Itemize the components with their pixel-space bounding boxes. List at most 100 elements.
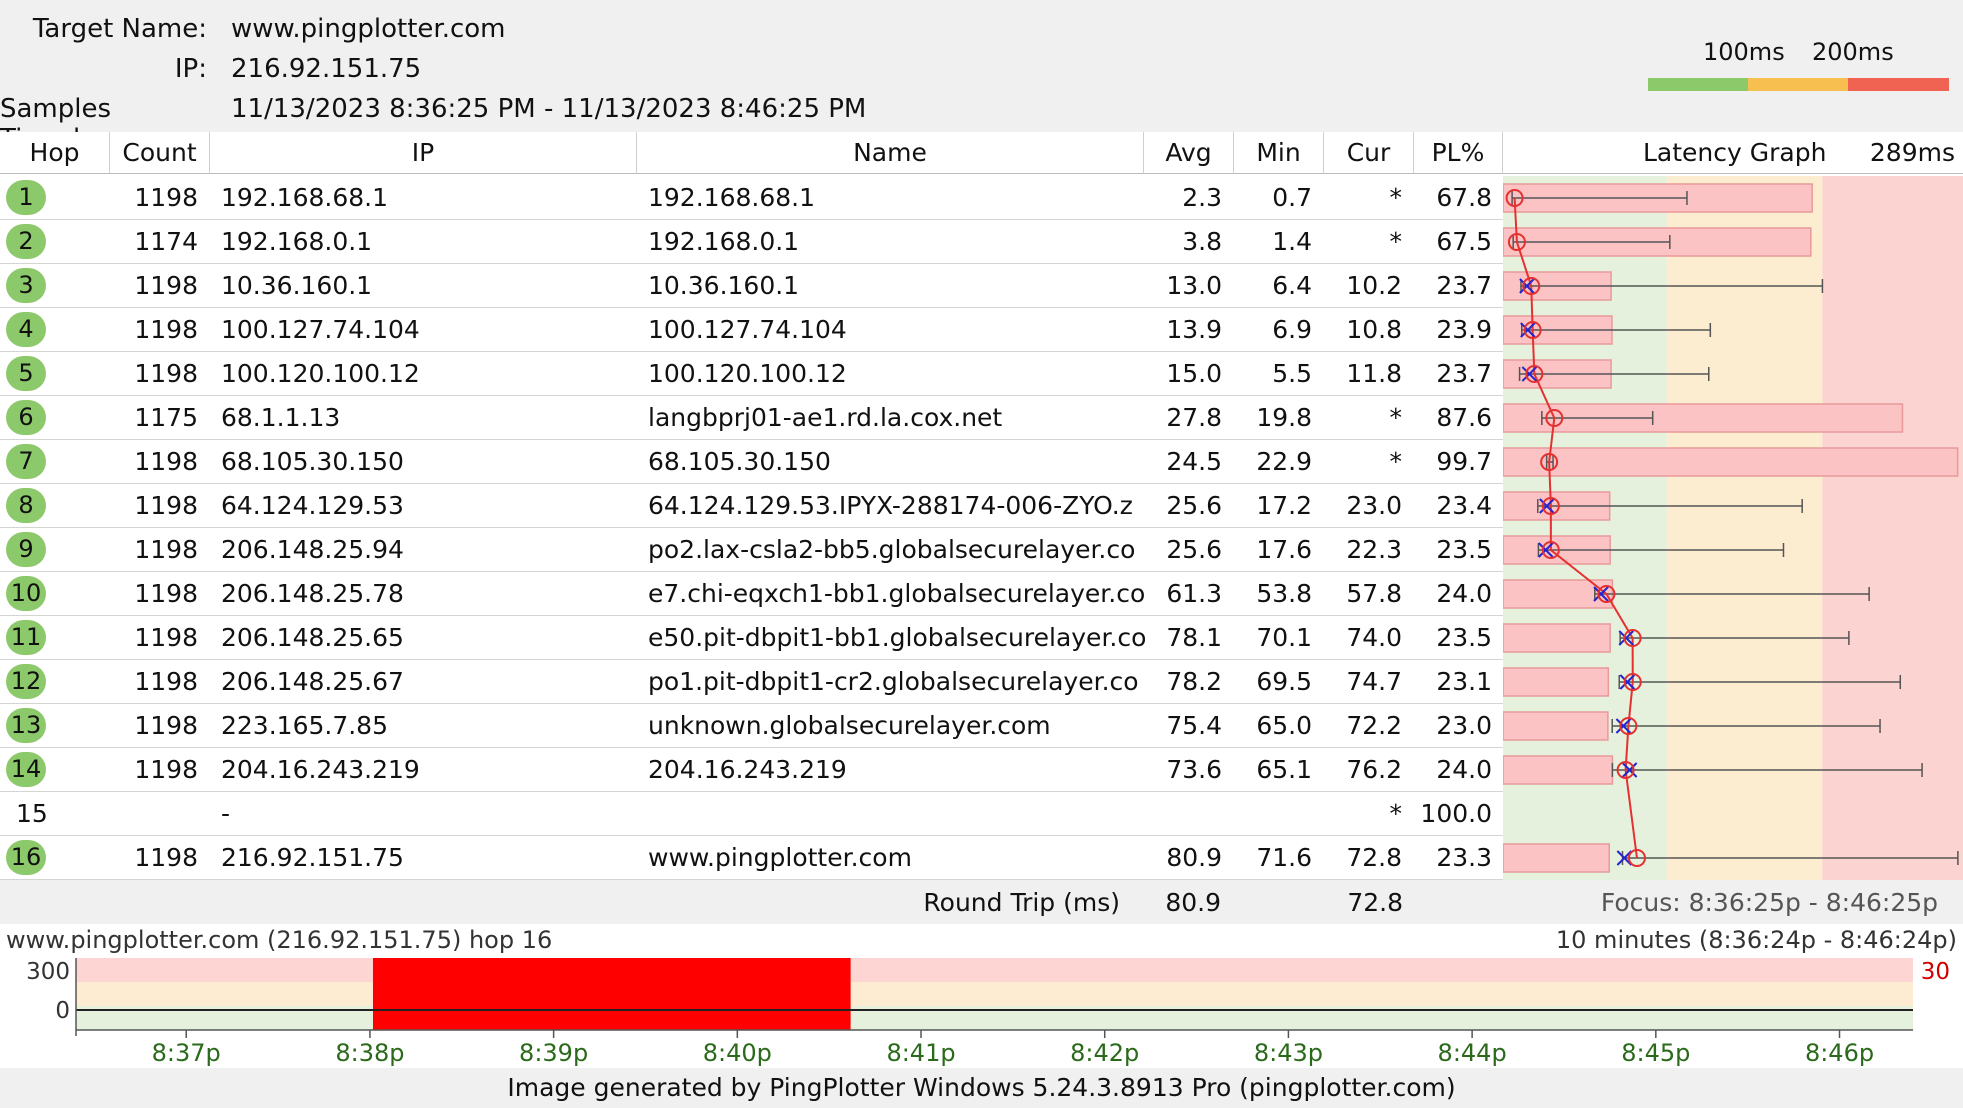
hop-row[interactable]: 13 1198 223.165.7.85 unknown.globalsecurela…: [0, 704, 1503, 748]
hop-row[interactable]: 14 1198 204.16.243.219 204.16.243.219 73.6 65…: [0, 748, 1503, 792]
column-header-name[interactable]: Name: [637, 132, 1144, 174]
hop-cur: 22.3: [1346, 535, 1402, 564]
hop-row[interactable]: 6 1175 68.1.1.13 langbprj01-ae1.rd.la.cox.n…: [0, 396, 1503, 440]
column-header-count[interactable]: Count: [110, 132, 210, 174]
hop-count: 1198: [134, 843, 198, 872]
hop-avg: 78.1: [1166, 623, 1222, 652]
hop-cur: 72.2: [1346, 711, 1402, 740]
hop-number-badge: 4: [6, 312, 46, 347]
hop-count: 1198: [134, 535, 198, 564]
hop-cur: *: [1389, 799, 1403, 828]
hop-row[interactable]: 9 1198 206.148.25.94 po2.lax-csla2-bb5.glob…: [0, 528, 1503, 572]
hop-avg: 25.6: [1166, 535, 1222, 564]
zone-bad: [76, 958, 1913, 982]
hop-row[interactable]: 3 1198 10.36.160.1 10.36.160.1 13.0 6.4 10.2 23…: [0, 264, 1503, 308]
hop-name: 100.120.100.12: [648, 359, 847, 388]
hop-count: 1198: [134, 711, 198, 740]
hop-row[interactable]: 11 1198 206.148.25.65 e50.pit-dbpit1-bb1.gl…: [0, 616, 1503, 660]
hop-min: 71.6: [1256, 843, 1312, 872]
hop-pl: 23.7: [1436, 271, 1492, 300]
scale-200ms-label: 200ms: [1812, 38, 1894, 66]
hop-ip: 192.168.0.1: [221, 227, 373, 256]
hop-count: 1198: [134, 359, 198, 388]
hop-row[interactable]: 1 1198 192.168.68.1 192.168.68.1 2.3 0.7 * 67.8: [0, 176, 1503, 220]
hop-row[interactable]: 8 1198 64.124.129.53 64.124.129.53.IPYX-288…: [0, 484, 1503, 528]
round-trip-avg: 80.9: [1165, 888, 1221, 917]
hop-name: po2.lax-csla2-bb5.globalsecurelayer.co: [648, 535, 1136, 564]
x-axis-tick-label: 8:45p: [1621, 1039, 1690, 1067]
zone-warn: [1666, 176, 1823, 880]
hop-avg: 13.9: [1166, 315, 1222, 344]
hop-count: [110, 792, 198, 835]
hop-cur: 57.8: [1346, 579, 1402, 608]
hop-count: 1198: [134, 491, 198, 520]
column-header-avg[interactable]: Avg: [1144, 132, 1234, 174]
hop-row[interactable]: 4 1198 100.127.74.104 100.127.74.104 13.9 6.9…: [0, 308, 1503, 352]
hop-name: po1.pit-dbpit1-cr2.globalsecurelayer.co: [648, 667, 1139, 696]
target-name-label: Target Name:: [32, 14, 207, 44]
scale-bar-bad: [1848, 78, 1949, 91]
column-header-ip[interactable]: IP: [210, 132, 637, 174]
hop-number-badge: 2: [6, 224, 46, 259]
hop-min: 53.8: [1256, 579, 1312, 608]
column-header-cur[interactable]: Cur: [1324, 132, 1414, 174]
hop-row[interactable]: 2 1174 192.168.0.1 192.168.0.1 3.8 1.4 * 67.5: [0, 220, 1503, 264]
round-trip-cur: 72.8: [1347, 888, 1403, 917]
hop-row[interactable]: 7 1198 68.105.30.150 68.105.30.150 24.5 22.9 *…: [0, 440, 1503, 484]
hop-pl: 23.0: [1436, 711, 1492, 740]
hop-pl: 67.5: [1436, 227, 1492, 256]
hop-count: 1198: [134, 667, 198, 696]
hop-pl: 23.5: [1436, 623, 1492, 652]
hop-count: 1198: [134, 315, 198, 344]
time-graph[interactable]: www.pingplotter.com (216.92.151.75) hop …: [0, 924, 1963, 1068]
time-graph-duration: 10 minutes (8:36:24p - 8:46:24p): [1555, 926, 1957, 954]
hop-name: 192.168.68.1: [648, 183, 815, 212]
trace-header: Target Name: www.pingplotter.com IP: 216…: [0, 0, 1963, 154]
column-header-hop[interactable]: Hop: [0, 132, 110, 174]
hop-pl: 23.4: [1436, 491, 1492, 520]
hop-cur: *: [1389, 403, 1403, 432]
hop-cur: 76.2: [1346, 755, 1402, 784]
hop-name: 100.127.74.104: [648, 315, 847, 344]
hop-number-badge: 5: [6, 356, 46, 391]
column-header-pl[interactable]: PL%: [1414, 132, 1503, 174]
hop-avg: 27.8: [1166, 403, 1222, 432]
hop-avg: 24.5: [1166, 447, 1222, 476]
time-graph-title: www.pingplotter.com (216.92.151.75) hop …: [6, 926, 553, 954]
y-axis-300: 300: [26, 959, 70, 985]
hop-name: 204.16.243.219: [648, 755, 847, 784]
hop-avg: [1144, 792, 1222, 835]
hop-min: 65.1: [1256, 755, 1312, 784]
hop-ip: 204.16.243.219: [221, 755, 420, 784]
hop-number-badge: 16: [6, 840, 46, 875]
hop-name: unknown.globalsecurelayer.com: [648, 711, 1051, 740]
hop-name: www.pingplotter.com: [648, 843, 912, 872]
hop-cur: 10.2: [1346, 271, 1402, 300]
column-header-min[interactable]: Min: [1234, 132, 1324, 174]
hop-avg: 61.3: [1166, 579, 1222, 608]
hop-cur: *: [1389, 183, 1403, 212]
x-axis-tick-label: 8:43p: [1254, 1039, 1323, 1067]
hop-row[interactable]: 10 1198 206.148.25.78 e7.chi-eqxch1-bb1.glo…: [0, 572, 1503, 616]
hop-pl: 24.0: [1436, 755, 1492, 784]
column-header-latency-graph[interactable]: Latency Graph 289ms: [1503, 132, 1963, 174]
hop-count: 1198: [134, 447, 198, 476]
hop-cur: 72.8: [1346, 843, 1402, 872]
hop-row[interactable]: 16 1198 216.92.151.75 www.pingplotter.com 80…: [0, 836, 1503, 880]
hop-row[interactable]: 12 1198 206.148.25.67 po1.pit-dbpit1-cr2.gl…: [0, 660, 1503, 704]
hop-avg: 25.6: [1166, 491, 1222, 520]
ip-value: 216.92.151.75: [231, 54, 422, 84]
hop-avg: 78.2: [1166, 667, 1222, 696]
time-graph-chart[interactable]: 300 0 30 8:37p 8:38p 8:39p 8:40p 8:41p 8:42p 8…: [0, 958, 1963, 1074]
x-axis-tick-label: 8:44p: [1438, 1039, 1507, 1067]
hop-ip: 100.120.100.12: [221, 359, 420, 388]
packet-loss-bar: [1503, 755, 1614, 785]
x-axis-tick-label: 8:39p: [519, 1039, 588, 1067]
hop-row[interactable]: 15 - * 100.0: [0, 792, 1503, 836]
hop-count: 1198: [134, 183, 198, 212]
hop-ip: 206.148.25.67: [221, 667, 404, 696]
hop-avg: 3.8: [1182, 227, 1222, 256]
hop-ip: 68.105.30.150: [221, 447, 404, 476]
hop-pl: 100.0: [1420, 799, 1492, 828]
hop-row[interactable]: 5 1198 100.120.100.12 100.120.100.12 15.0 5.5…: [0, 352, 1503, 396]
